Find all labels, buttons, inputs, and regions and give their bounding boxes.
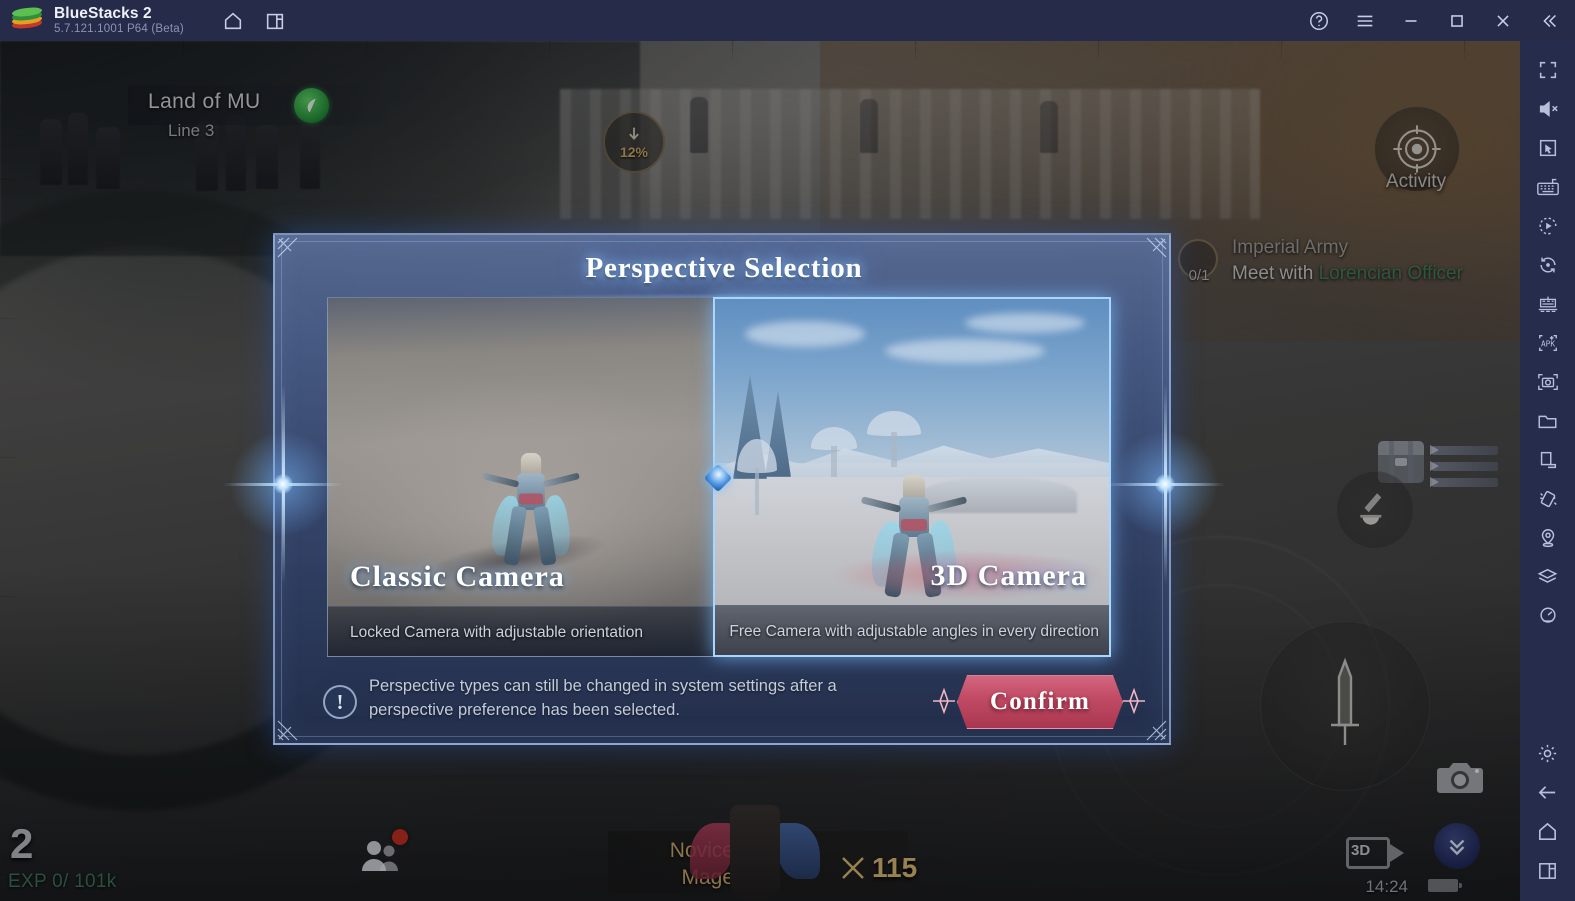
mute-icon[interactable] bbox=[1529, 90, 1567, 128]
game-viewport[interactable]: Land of MU Line 3 12% Activity 0/1 Imper… bbox=[0, 41, 1520, 901]
option-description: Free Camera with adjustable angles in ev… bbox=[729, 623, 1099, 640]
titlebar-left-icons bbox=[216, 4, 292, 38]
info-icon: ! bbox=[323, 685, 357, 719]
preview-cloud bbox=[885, 339, 1045, 363]
confirm-button-wrap: Confirm bbox=[931, 675, 1147, 729]
title-bar: BlueStacks 2 5.7.121.1001 P64 (Beta) bbox=[0, 0, 1575, 41]
dialog-note: Perspective types can still be changed i… bbox=[369, 677, 837, 720]
multi-instance-sync-icon[interactable] bbox=[1529, 285, 1567, 323]
collapse-sidebar-icon[interactable] bbox=[1529, 4, 1569, 38]
resize-icon[interactable] bbox=[1529, 441, 1567, 479]
option-name: 3D Camera bbox=[930, 559, 1087, 592]
settings-gear-icon[interactable] bbox=[1529, 734, 1567, 772]
confirm-button-label: Confirm bbox=[989, 688, 1091, 715]
bluestacks-window: BlueStacks 2 5.7.121.1001 P64 (Beta) Lan… bbox=[0, 0, 1575, 901]
multi-instance-icon[interactable] bbox=[258, 4, 292, 38]
minimize-icon[interactable] bbox=[1391, 4, 1431, 38]
character-preview bbox=[482, 452, 580, 567]
bluestacks-logo-icon bbox=[12, 5, 42, 33]
option-name: Classic Camera bbox=[350, 560, 565, 593]
perspective-selection-dialog: Perspective Selection Classic Camera Loc… bbox=[273, 233, 1171, 745]
bluestacks-sidebar: APK bbox=[1520, 41, 1575, 901]
app-title: BlueStacks 2 bbox=[54, 4, 152, 22]
rotate-icon[interactable] bbox=[1529, 246, 1567, 284]
pointer-icon[interactable] bbox=[1529, 129, 1567, 167]
performance-icon[interactable] bbox=[1529, 597, 1567, 635]
screenshot-icon[interactable] bbox=[1529, 363, 1567, 401]
install-apk-icon[interactable]: APK bbox=[1529, 324, 1567, 362]
android-home-icon[interactable] bbox=[1529, 812, 1567, 850]
dialog-footer: ! Perspective types can still be changed… bbox=[275, 661, 1173, 743]
app-identity: BlueStacks 2 5.7.121.1001 P64 (Beta) bbox=[54, 5, 184, 36]
media-folder-icon[interactable] bbox=[1529, 402, 1567, 440]
preview-mushroom bbox=[811, 427, 857, 477]
svg-text:APK: APK bbox=[1540, 340, 1554, 349]
button-ornament-icon bbox=[933, 688, 955, 714]
maximize-icon[interactable] bbox=[1437, 4, 1477, 38]
button-ornament-icon bbox=[1123, 688, 1145, 714]
fullscreen-icon[interactable] bbox=[1529, 51, 1567, 89]
shake-icon[interactable] bbox=[1529, 480, 1567, 518]
option-3d-camera[interactable]: 3D Camera Free Camera with adjustable an… bbox=[713, 297, 1111, 657]
keyboard-icon[interactable] bbox=[1529, 168, 1567, 206]
menu-icon[interactable] bbox=[1345, 4, 1385, 38]
window-controls bbox=[1299, 4, 1569, 38]
option-classic-camera[interactable]: Classic Camera Locked Camera with adjust… bbox=[327, 297, 725, 657]
preview-mushroom bbox=[737, 439, 777, 515]
option-description: Locked Camera with adjustable orientatio… bbox=[350, 624, 643, 641]
preview-mushroom bbox=[867, 411, 921, 467]
location-icon[interactable] bbox=[1529, 519, 1567, 557]
confirm-button[interactable]: Confirm bbox=[957, 675, 1123, 729]
preview-cloud bbox=[965, 313, 1085, 333]
close-icon[interactable] bbox=[1483, 4, 1523, 38]
preview-cloud bbox=[745, 321, 865, 347]
back-arrow-icon[interactable] bbox=[1529, 773, 1567, 811]
recents-icon[interactable] bbox=[1529, 851, 1567, 889]
app-version: 5.7.121.1001 P64 (Beta) bbox=[54, 23, 184, 36]
home-icon[interactable] bbox=[216, 4, 250, 38]
dialog-title: Perspective Selection bbox=[585, 252, 863, 284]
layers-icon[interactable] bbox=[1529, 558, 1567, 596]
macro-icon[interactable] bbox=[1529, 207, 1567, 245]
help-icon[interactable] bbox=[1299, 4, 1339, 38]
